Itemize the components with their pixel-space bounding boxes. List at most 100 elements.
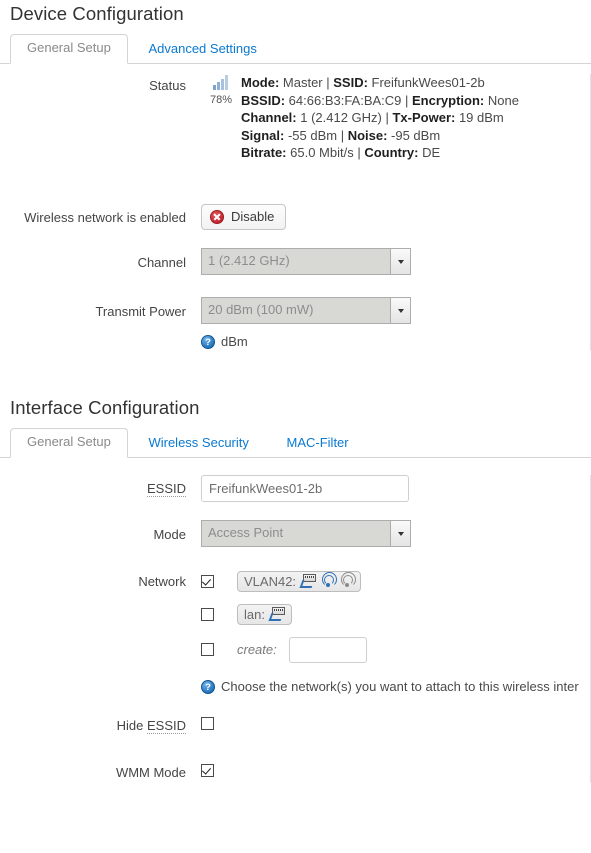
hide-essid-checkbox[interactable] bbox=[201, 716, 214, 730]
status-val: FreifunkWees01-2b bbox=[367, 75, 485, 90]
status-val: 19 dBm bbox=[455, 110, 504, 125]
transmit-power-control: 20 dBm (100 mW) ? dBm bbox=[201, 296, 590, 350]
wmm-mode-checkbox[interactable] bbox=[201, 763, 214, 777]
essid-label: ESSID bbox=[11, 475, 201, 498]
transmit-power-hint: ? dBm bbox=[201, 333, 590, 350]
status-key: Tx-Power: bbox=[392, 110, 456, 125]
status-key: Country: bbox=[364, 145, 419, 160]
help-icon: ? bbox=[201, 334, 215, 349]
network-zone-name: lan: bbox=[244, 606, 265, 622]
network-zone-name: VLAN42: bbox=[244, 573, 297, 589]
network-label: Network bbox=[138, 573, 186, 589]
device-general-setup-panel: Status 78% Mode: Master | SSID: Freifunk… bbox=[10, 74, 591, 351]
status-val: 1 (2.412 GHz) | bbox=[296, 110, 393, 125]
wireless-enabled-control: Disable bbox=[201, 203, 590, 230]
network-hint: ? Choose the network(s) you want to atta… bbox=[201, 678, 590, 695]
status-line: Channel: 1 (2.412 GHz) | Tx-Power: 19 dB… bbox=[241, 109, 519, 127]
switch-icon bbox=[268, 607, 285, 621]
status-value: 78% Mode: Master | SSID: FreifunkWees01-… bbox=[201, 74, 590, 162]
network-zone-lan[interactable]: lan: bbox=[237, 603, 292, 625]
status-val: 65.0 Mbit/s | bbox=[286, 145, 365, 160]
wireless-config-page: Device Configuration General Setup Advan… bbox=[0, 0, 591, 853]
chevron-down-icon[interactable] bbox=[390, 248, 410, 274]
network-row: Network VLAN42: lan: create: ? Choose th… bbox=[11, 570, 590, 695]
transmit-power-hint-text: dBm bbox=[221, 333, 248, 349]
network-hint-text: Choose the network(s) you want to attach… bbox=[221, 678, 579, 694]
status-line: Signal: -55 dBm | Noise: -95 dBm bbox=[241, 127, 519, 145]
transmit-power-select[interactable]: 20 dBm (100 mW) bbox=[201, 296, 411, 324]
interface-general-setup-panel: ESSID Mode Access Point Network bbox=[10, 474, 591, 783]
status-key: Signal: bbox=[241, 127, 285, 143]
wmm-mode-label: WMM Mode bbox=[115, 764, 186, 780]
hide-essid-row: Hide ESSID bbox=[11, 715, 590, 735]
essid-input[interactable] bbox=[201, 474, 409, 502]
transmit-power-row: Transmit Power 20 dBm (100 mW) ? dBm bbox=[11, 296, 590, 350]
network-entry: lan: bbox=[201, 603, 590, 625]
wireless-enabled-label: Wireless network is enabled bbox=[24, 209, 186, 225]
channel-label: Channel bbox=[137, 254, 186, 270]
status-key: Encryption: bbox=[412, 92, 485, 108]
mode-select-value: Access Point bbox=[208, 524, 284, 540]
switch-icon bbox=[299, 574, 317, 588]
tab-interface-mac-filter[interactable]: MAC-Filter bbox=[270, 429, 366, 458]
network-checkbox-vlan42[interactable] bbox=[201, 574, 214, 588]
essid-row: ESSID bbox=[11, 474, 590, 502]
status-line: Bitrate: 65.0 Mbit/s | Country: DE bbox=[241, 144, 519, 162]
hide-essid-label-prefix: Hide bbox=[116, 717, 147, 733]
wireless-enabled-row: Wireless network is enabled Disable bbox=[11, 203, 590, 230]
mode-label: Mode bbox=[153, 526, 186, 542]
hide-essid-label-abbr: ESSID bbox=[146, 717, 186, 734]
transmit-power-label: Transmit Power bbox=[95, 303, 186, 319]
access-point-icon-active bbox=[321, 572, 337, 588]
signal-indicator: 78% bbox=[201, 74, 241, 106]
device-config-legend: Device Configuration bbox=[10, 3, 184, 24]
channel-control: 1 (2.412 GHz) bbox=[201, 247, 590, 278]
network-create-input[interactable] bbox=[288, 636, 367, 663]
network-entry: VLAN42: bbox=[201, 570, 590, 592]
status-val: 64:66:B3:FA:BA:C9 | bbox=[285, 92, 413, 108]
status-details: Mode: Master | SSID: FreifunkWees01-2b B… bbox=[241, 74, 519, 162]
network-checkbox-lan[interactable] bbox=[201, 607, 214, 621]
status-line: BSSID: 64:66:B3:FA:BA:C9 | Encryption: N… bbox=[241, 92, 519, 110]
network-zone-vlan42[interactable]: VLAN42: bbox=[237, 570, 362, 592]
tab-device-general-setup[interactable]: General Setup bbox=[10, 34, 128, 64]
transmit-power-select-value: 20 dBm (100 mW) bbox=[208, 301, 314, 317]
status-key: BSSID: bbox=[241, 92, 286, 108]
disable-button-label: Disable bbox=[231, 208, 275, 224]
hide-essid-control bbox=[201, 715, 590, 730]
status-val: Master | bbox=[279, 75, 334, 90]
status-key: Channel: bbox=[241, 110, 297, 125]
channel-select-value: 1 (2.412 GHz) bbox=[208, 252, 290, 268]
status-key: Bitrate: bbox=[241, 145, 287, 160]
tab-interface-general-setup[interactable]: General Setup bbox=[10, 427, 128, 458]
channel-row: Channel 1 (2.412 GHz) bbox=[11, 247, 590, 278]
chevron-down-icon[interactable] bbox=[390, 520, 410, 546]
channel-select[interactable]: 1 (2.412 GHz) bbox=[201, 247, 411, 275]
status-key: SSID: bbox=[333, 75, 368, 90]
essid-control bbox=[201, 474, 590, 502]
interface-config-legend: Interface Configuration bbox=[10, 396, 200, 418]
status-val: -95 dBm bbox=[387, 127, 441, 143]
mode-control: Access Point bbox=[201, 519, 590, 550]
status-key: Noise: bbox=[347, 127, 388, 143]
interface-config-tabs: General Setup Wireless Security MAC-Filt… bbox=[0, 427, 591, 458]
mode-select[interactable]: Access Point bbox=[201, 519, 411, 547]
status-key: Mode: bbox=[241, 75, 280, 90]
essid-label-text: ESSID bbox=[146, 480, 186, 497]
status-line: Mode: Master | SSID: FreifunkWees01-2b bbox=[241, 74, 519, 92]
network-create-entry: create: bbox=[201, 636, 590, 663]
status-val: -55 dBm | bbox=[284, 127, 348, 143]
hide-essid-label: Hide ESSID bbox=[11, 715, 201, 735]
tab-device-advanced-settings[interactable]: Advanced Settings bbox=[131, 35, 273, 64]
network-checkbox-create[interactable] bbox=[201, 643, 214, 656]
stop-icon bbox=[210, 209, 224, 224]
chevron-down-icon[interactable] bbox=[390, 297, 410, 323]
status-val: DE bbox=[418, 145, 441, 160]
network-create-label: create: bbox=[237, 642, 277, 657]
status-row: Status 78% Mode: Master | SSID: Freifunk… bbox=[11, 74, 590, 162]
tab-interface-wireless-security[interactable]: Wireless Security bbox=[131, 429, 265, 458]
disable-button[interactable]: Disable bbox=[201, 203, 287, 230]
wmm-mode-control bbox=[201, 762, 590, 777]
signal-bars-icon bbox=[212, 75, 230, 90]
status-val: None bbox=[484, 92, 519, 108]
